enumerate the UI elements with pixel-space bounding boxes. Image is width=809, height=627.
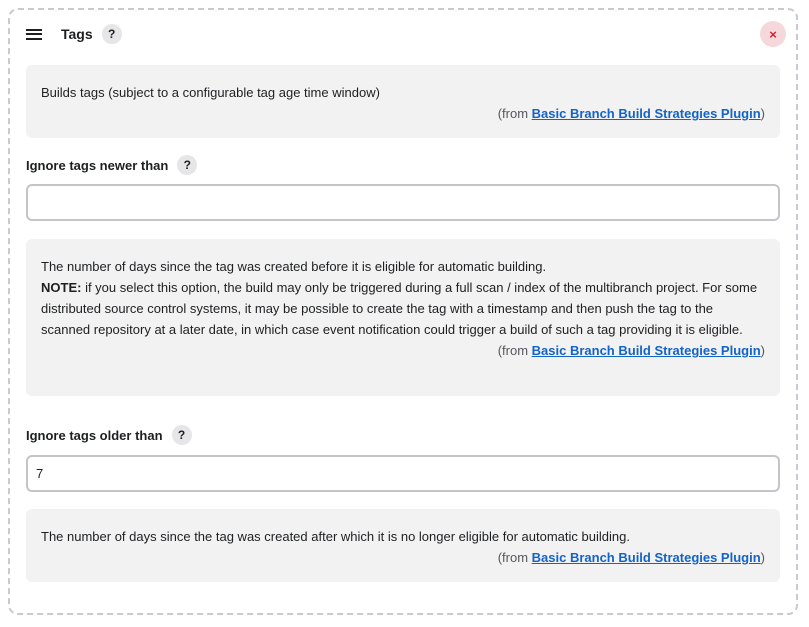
help-source: (from Basic Branch Build Strategies Plug… [497, 550, 765, 565]
help-source: (from Basic Branch Build Strategies Plug… [497, 343, 765, 358]
ignore-older-input[interactable] [26, 455, 780, 492]
plugin-link[interactable]: Basic Branch Build Strategies Plugin [532, 106, 761, 121]
older-help-text: The number of days since the tag was cre… [26, 509, 780, 582]
tags-help-button[interactable]: ? [101, 24, 122, 44]
newer-field-label: Ignore tags newer than ? [26, 155, 198, 175]
drag-handle-icon[interactable] [26, 28, 42, 40]
help-source: (from Basic Branch Build Strategies Plug… [497, 106, 765, 121]
card-title: Tags [61, 26, 93, 42]
newer-help-text: The number of days since the tag was cre… [26, 239, 780, 396]
plugin-link[interactable]: Basic Branch Build Strategies Plugin [532, 343, 761, 358]
help-description: The number of days since the tag was cre… [41, 259, 758, 337]
card-header: Tags ? [26, 23, 122, 45]
newer-help-button[interactable]: ? [177, 155, 198, 175]
ignore-newer-input[interactable] [26, 184, 780, 221]
older-help-button[interactable]: ? [171, 425, 192, 445]
tags-help-text: Builds tags (subject to a configurable t… [26, 65, 780, 138]
plugin-link[interactable]: Basic Branch Build Strategies Plugin [532, 550, 761, 565]
delete-button[interactable]: × [760, 21, 786, 47]
older-field-label: Ignore tags older than ? [26, 425, 192, 445]
help-description: The number of days since the tag was cre… [41, 529, 630, 544]
help-description: Builds tags (subject to a configurable t… [41, 85, 380, 100]
